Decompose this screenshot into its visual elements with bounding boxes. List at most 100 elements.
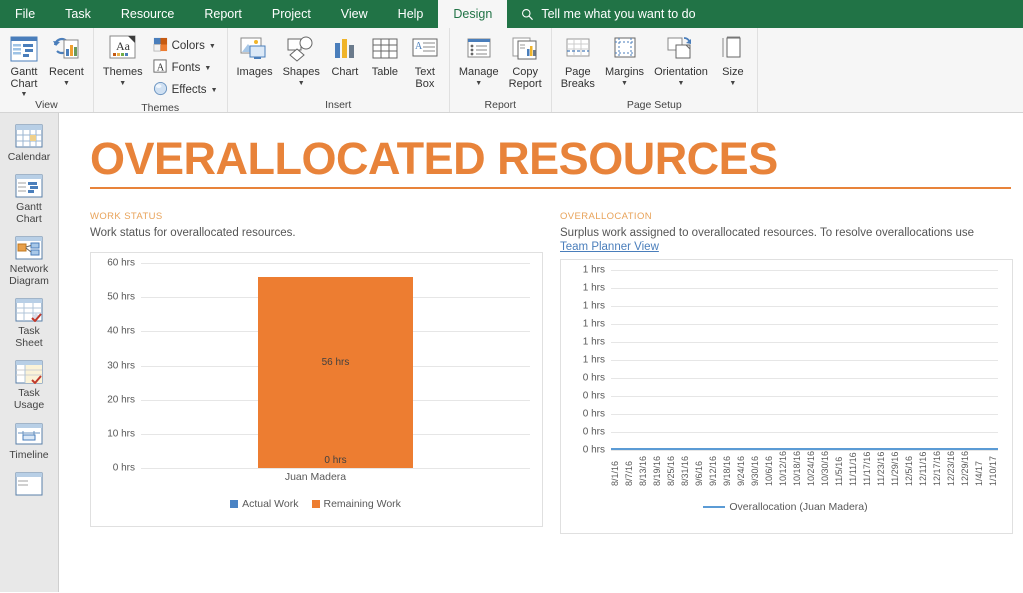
y-tick: 1 hrs xyxy=(582,318,605,330)
table-label: Table xyxy=(371,66,399,78)
legend-item-actual-work[interactable]: Actual Work xyxy=(230,498,299,510)
ribbon-group-report: Manage ▼ Copy Report Report xyxy=(450,28,552,112)
x-tick: 10/6/16 xyxy=(764,456,774,487)
y-tick: 0 hrs xyxy=(582,444,605,456)
ribbon-group-label-page-setup: Page Setup xyxy=(626,99,682,111)
overallocation-chart[interactable]: 1 hrs 1 hrs 1 hrs 1 hrs 1 hrs 1 hrs 0 hr… xyxy=(560,259,1013,534)
network-diagram-view-icon xyxy=(14,235,44,261)
sidebar-item-task-usage[interactable]: Task Usage xyxy=(0,355,58,417)
y-tick: 60 hrs xyxy=(107,257,135,269)
bar-label-remaining-work: 56 hrs xyxy=(321,356,350,368)
sidebar-item-network-diagram[interactable]: Network Diagram xyxy=(0,231,58,293)
chevron-down-icon[interactable]: ▼ xyxy=(298,80,305,87)
y-tick: 50 hrs xyxy=(107,291,135,303)
report-canvas[interactable]: OVERALLOCATED RESOURCES WORK STATUS Work… xyxy=(59,113,1023,592)
chart-button[interactable]: Chart xyxy=(325,31,365,79)
chevron-down-icon[interactable]: ▼ xyxy=(729,80,736,87)
sidebar-label-timeline: Timeline xyxy=(9,449,49,461)
size-label: Size xyxy=(722,66,744,78)
sidebar-label-calendar: Calendar xyxy=(7,151,51,163)
chevron-down-icon[interactable]: ▼ xyxy=(63,80,70,87)
ribbon-tab-design[interactable]: Design xyxy=(438,0,508,28)
x-tick: 12/17/16 xyxy=(932,451,942,487)
orientation-button[interactable]: Orientation ▼ xyxy=(649,31,713,87)
svg-text:A: A xyxy=(415,41,423,52)
main-body: Calendar Gantt Chart Network Diagram Tas… xyxy=(0,113,1023,592)
chevron-down-icon[interactable]: ▼ xyxy=(621,80,628,87)
x-tick: 9/24/16 xyxy=(736,456,746,487)
ribbon-tab-resource[interactable]: Resource xyxy=(106,0,190,28)
chevron-down-icon[interactable]: ▼ xyxy=(475,80,482,87)
chevron-down-icon[interactable]: ▼ xyxy=(209,43,216,50)
bar-remaining-work[interactable]: 56 hrs 0 hrs xyxy=(258,276,413,468)
colors-button[interactable]: Colors ▼ xyxy=(148,35,223,57)
x-tick: 8/1/16 xyxy=(610,461,620,487)
panel-work-status: WORK STATUS Work status for overallocate… xyxy=(90,211,543,534)
y-tick: 10 hrs xyxy=(107,428,135,440)
effects-label: Effects xyxy=(171,84,207,96)
y-tick: 1 hrs xyxy=(582,336,605,348)
sidebar-item-timeline[interactable]: Timeline xyxy=(0,417,58,467)
page-breaks-label: Page Breaks xyxy=(560,66,595,90)
x-tick: 11/17/16 xyxy=(862,451,872,487)
sidebar-item-partial[interactable] xyxy=(0,467,58,505)
copy-report-button[interactable]: Copy Report xyxy=(504,31,547,90)
chevron-down-icon[interactable]: ▼ xyxy=(204,65,211,72)
fonts-icon: A xyxy=(153,59,168,77)
recent-icon xyxy=(52,33,80,65)
x-tick: 12/29/16 xyxy=(960,451,970,487)
overallocation-series-line[interactable] xyxy=(611,448,998,450)
shapes-button[interactable]: Shapes ▼ xyxy=(278,31,325,87)
ribbon-tab-task[interactable]: Task xyxy=(50,0,106,28)
ribbon-toolbar: Gantt Chart ▼ Recent ▼ View Aa Themes ▼ xyxy=(0,28,1023,114)
margins-button[interactable]: Margins ▼ xyxy=(600,31,649,87)
sidebar-label-task-sheet: Task Sheet xyxy=(15,325,43,349)
size-icon xyxy=(720,33,746,65)
team-planner-view-link[interactable]: Team Planner View xyxy=(560,241,1013,253)
ribbon-group-view: Gantt Chart ▼ Recent ▼ View xyxy=(0,28,94,112)
ribbon-group-insert: Images Shapes ▼ Chart Table A Text Box I… xyxy=(228,28,450,112)
line-chart-plot: 1 hrs 1 hrs 1 hrs 1 hrs 1 hrs 1 hrs 0 hr… xyxy=(567,265,1004,486)
legend-item-overallocation[interactable]: Overallocation (Juan Madera) xyxy=(703,501,868,513)
sidebar-item-calendar[interactable]: Calendar xyxy=(0,119,58,169)
chevron-down-icon[interactable]: ▼ xyxy=(119,80,126,87)
x-tick: 8/19/16 xyxy=(652,456,662,487)
text-box-button[interactable]: A Text Box xyxy=(405,31,445,90)
themes-button[interactable]: Aa Themes ▼ xyxy=(98,31,148,87)
sidebar-item-gantt-chart[interactable]: Gantt Chart xyxy=(0,169,58,231)
x-tick: 9/12/16 xyxy=(708,456,718,487)
sidebar-item-task-sheet[interactable]: Task Sheet xyxy=(0,293,58,355)
ribbon-tab-bar: File Task Resource Report Project View H… xyxy=(0,0,1023,28)
colors-icon xyxy=(153,37,168,55)
table-button[interactable]: Table xyxy=(365,31,405,79)
chevron-down-icon[interactable]: ▼ xyxy=(678,80,685,87)
ribbon-tab-help[interactable]: Help xyxy=(383,0,439,28)
chevron-down-icon[interactable]: ▼ xyxy=(21,91,28,98)
ribbon-group-themes: Aa Themes ▼ Colors ▼ A Fonts ▼ Effects ▼… xyxy=(94,28,228,114)
chevron-down-icon[interactable]: ▼ xyxy=(211,87,218,94)
view-sidebar: Calendar Gantt Chart Network Diagram Tas… xyxy=(0,113,59,592)
x-tick: 11/5/16 xyxy=(834,456,844,487)
ribbon-tab-project[interactable]: Project xyxy=(257,0,326,28)
legend-item-remaining-work[interactable]: Remaining Work xyxy=(311,498,401,510)
page-breaks-button[interactable]: Page Breaks xyxy=(556,31,600,90)
size-button[interactable]: Size ▼ xyxy=(713,31,753,87)
ribbon-tab-view[interactable]: View xyxy=(326,0,383,28)
ribbon-tab-file[interactable]: File xyxy=(0,0,50,28)
fonts-button[interactable]: A Fonts ▼ xyxy=(148,57,223,79)
bar-chart-y-axis: 60 hrs 50 hrs 40 hrs 30 hrs 20 hrs 10 hr… xyxy=(97,258,139,474)
svg-text:Aa: Aa xyxy=(116,39,131,53)
legend-swatch-overallocation xyxy=(703,505,726,509)
manage-button[interactable]: Manage ▼ xyxy=(454,31,504,87)
bar-group-juan-madera[interactable]: 56 hrs 0 hrs xyxy=(258,263,413,468)
ribbon-group-page-setup: Page Breaks Margins ▼ Orientation ▼ Size… xyxy=(552,28,758,112)
effects-button[interactable]: Effects ▼ xyxy=(148,79,223,101)
tell-me-search[interactable]: Tell me what you want to do xyxy=(507,0,707,28)
images-button[interactable]: Images xyxy=(232,31,278,79)
gantt-chart-button[interactable]: Gantt Chart ▼ xyxy=(4,31,44,98)
work-status-chart[interactable]: 60 hrs 50 hrs 40 hrs 30 hrs 20 hrs 10 hr… xyxy=(90,252,543,527)
ribbon-group-label-view: View xyxy=(35,99,58,111)
ribbon-tab-report[interactable]: Report xyxy=(189,0,257,28)
recent-button[interactable]: Recent ▼ xyxy=(44,31,89,87)
tell-me-placeholder: Tell me what you want to do xyxy=(541,7,696,21)
